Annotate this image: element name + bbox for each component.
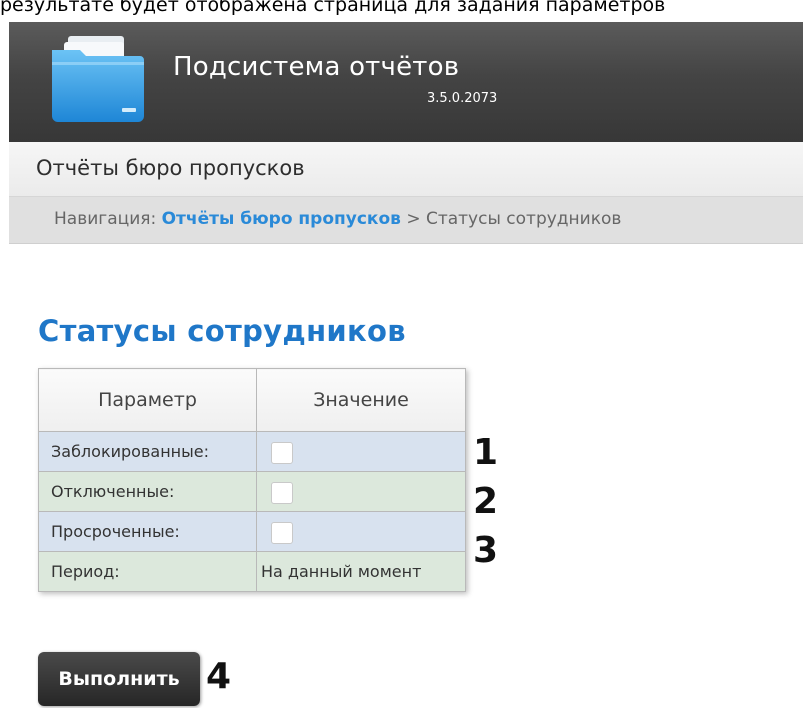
document-caption: результате будет отображена страница для… — [0, 0, 666, 16]
header-parameter: Параметр — [38, 368, 257, 432]
value-cell — [256, 431, 466, 472]
app-title: Подсистема отчётов — [173, 52, 460, 82]
table-row: Заблокированные: — [38, 431, 466, 472]
run-button[interactable]: Выполнить — [38, 652, 200, 706]
breadcrumb-current: Статусы сотрудников — [425, 209, 622, 229]
value-cell — [256, 511, 466, 552]
param-label-period: Период: — [38, 551, 257, 592]
period-select[interactable]: На данный момент — [256, 551, 466, 592]
parameters-table: Параметр Значение Заблокированные: Отклю… — [38, 368, 466, 592]
value-cell — [256, 471, 466, 512]
param-label-blocked: Заблокированные: — [38, 431, 257, 472]
menu-bar: Отчёты бюро пропусков — [9, 142, 803, 197]
callout-marker-4: 4 — [206, 656, 232, 697]
callout-marker-2: 2 — [473, 481, 499, 522]
callout-marker-1: 1 — [473, 432, 499, 473]
breadcrumb-link[interactable]: Отчёты бюро пропусков — [162, 209, 401, 229]
table-row: Период: На данный момент — [38, 551, 466, 592]
breadcrumb-prefix: Навигация: — [54, 209, 157, 229]
header-value: Значение — [256, 368, 466, 432]
breadcrumb: Навигация: Отчёты бюро пропусков > Стату… — [9, 197, 803, 244]
app-version: 3.5.0.2073 — [427, 91, 498, 106]
param-label-expired: Просроченные: — [38, 511, 257, 552]
menu-title[interactable]: Отчёты бюро пропусков — [36, 156, 305, 180]
folder-icon — [52, 36, 144, 122]
table-row: Отключенные: — [38, 471, 466, 512]
breadcrumb-separator: > — [406, 209, 421, 229]
callout-marker-3: 3 — [473, 530, 499, 571]
app-header: Подсистема отчётов 3.5.0.2073 — [9, 22, 803, 142]
param-label-disabled: Отключенные: — [38, 471, 257, 512]
blocked-checkbox[interactable] — [271, 441, 293, 464]
page-title: Статусы сотрудников — [38, 314, 406, 348]
expired-checkbox[interactable] — [271, 521, 293, 544]
table-row: Просроченные: — [38, 511, 466, 552]
disabled-checkbox[interactable] — [271, 481, 293, 504]
table-header-row: Параметр Значение — [38, 368, 466, 432]
